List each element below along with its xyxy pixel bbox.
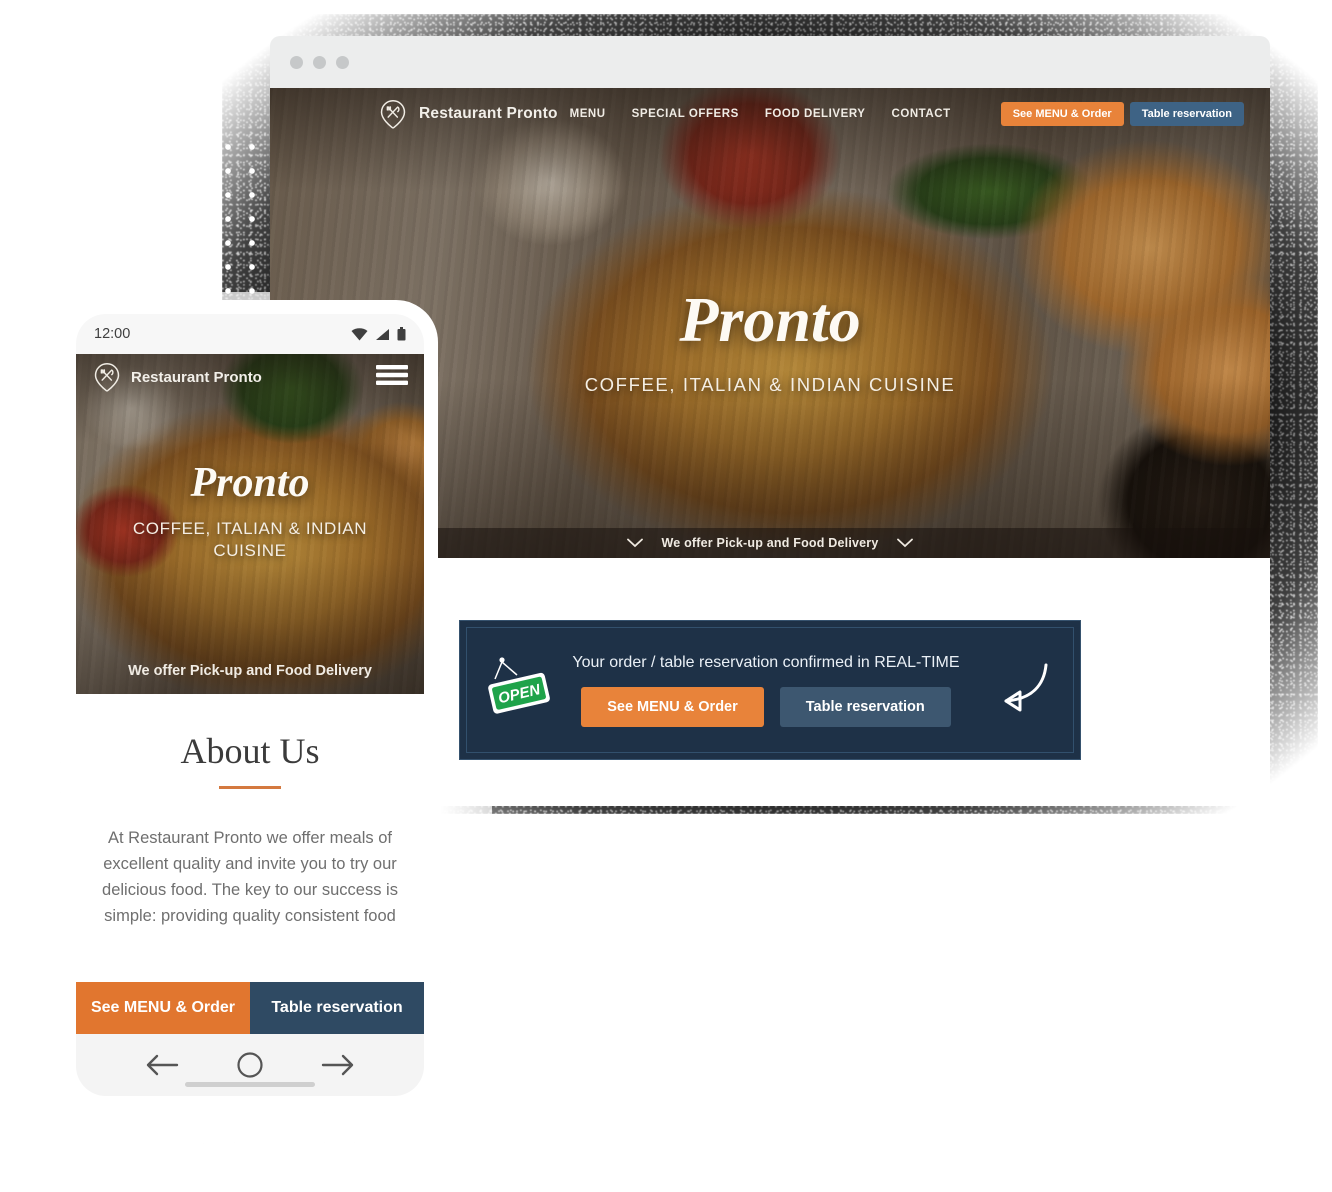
phone-hero-title: Pronto xyxy=(190,460,310,506)
phone-about-body: At Restaurant Pronto we offer meals of e… xyxy=(102,829,398,926)
phone-brand-name: Restaurant Pronto xyxy=(131,368,262,386)
arrow-left-icon[interactable] xyxy=(145,1052,179,1078)
phone-strip-text: We offer Pick-up and Food Delivery xyxy=(128,663,372,679)
nav-item-food-delivery[interactable]: FOOD DELIVERY xyxy=(765,108,866,120)
phone-sticky-cta: See MENU & Order Table reservation xyxy=(76,982,424,1034)
open-sign-icon: OPEN xyxy=(488,656,550,714)
status-time: 12:00 xyxy=(94,326,131,342)
cta-inner: OPEN Your order / table reservation conf… xyxy=(466,627,1074,753)
phone-delivery-strip: We offer Pick-up and Food Delivery xyxy=(76,662,424,680)
phone-header: Restaurant Pronto xyxy=(76,354,424,400)
fork-knife-circle-icon xyxy=(94,363,120,392)
signal-icon xyxy=(376,328,389,340)
nav-item-contact[interactable]: CONTACT xyxy=(891,108,950,120)
phone-order-button[interactable]: See MENU & Order xyxy=(76,982,250,1034)
cta-button-group: See MENU & Order Table reservation xyxy=(557,686,975,727)
cta-reserve-button[interactable]: Table reservation xyxy=(779,686,951,727)
arrow-right-icon[interactable] xyxy=(321,1052,355,1078)
open-sign-block: OPEN xyxy=(487,651,553,730)
phone-navigation-bar xyxy=(76,1034,424,1096)
status-icons xyxy=(351,327,406,341)
brand-block[interactable]: Restaurant Pronto xyxy=(378,99,558,129)
nav-item-special-offers[interactable]: SPECIAL OFFERS xyxy=(632,108,739,120)
phone-hero-text: Pronto COFFEE, ITALIAN & INDIAN CUISINE xyxy=(76,462,424,563)
phone-about-title: About Us xyxy=(180,731,320,771)
phone-status-bar: 12:00 xyxy=(76,314,424,354)
main-nav: MENU SPECIAL OFFERS FOOD DELIVERY CONTAC… xyxy=(570,102,1244,126)
window-minimize-dot-icon[interactable] xyxy=(313,55,326,69)
site-header: Restaurant Pronto MENU SPECIAL OFFERS FO… xyxy=(270,88,1270,140)
composition-canvas: Restaurant Pronto MENU SPECIAL OFFERS FO… xyxy=(0,0,1332,1192)
cta-order-button[interactable]: See MENU & Order xyxy=(581,686,764,727)
phone-screen: 12:00 Restaurant Pronto Pronto COFFEE, I… xyxy=(76,314,424,1096)
cta-arrow-block xyxy=(979,659,1053,721)
header-cta-group: See MENU & Order Table reservation xyxy=(1000,102,1244,126)
fork-knife-circle-icon xyxy=(380,100,406,129)
window-maximize-dot-icon[interactable] xyxy=(336,55,349,69)
hamburger-menu-icon[interactable] xyxy=(376,363,408,392)
chevron-down-icon xyxy=(896,538,913,548)
cta-banner: OPEN Your order / table reservation conf… xyxy=(459,620,1081,760)
browser-title-bar xyxy=(270,36,1270,88)
wifi-icon xyxy=(351,327,368,340)
battery-icon xyxy=(397,327,406,341)
chevron-down-icon xyxy=(627,538,644,548)
brand-name: Restaurant Pronto xyxy=(419,105,558,122)
header-order-button[interactable]: See MENU & Order xyxy=(1000,102,1124,126)
curved-arrow-left-icon xyxy=(1004,663,1048,712)
circle-home-icon[interactable] xyxy=(236,1051,264,1079)
hero-strip-text: We offer Pick-up and Food Delivery xyxy=(661,536,879,550)
phone-hero-subtitle: COFFEE, ITALIAN & INDIAN CUISINE xyxy=(132,519,368,561)
header-reserve-button[interactable]: Table reservation xyxy=(1129,102,1244,126)
cta-content: Your order / table reservation confirmed… xyxy=(553,654,979,727)
phone-hero: Restaurant Pronto Pronto COFFEE, ITALIAN… xyxy=(76,354,424,694)
phone-mockup: 12:00 Restaurant Pronto Pronto COFFEE, I… xyxy=(62,300,438,1110)
phone-about-divider xyxy=(219,786,281,789)
phone-brand-block[interactable]: Restaurant Pronto xyxy=(92,362,262,392)
nav-item-menu[interactable]: MENU xyxy=(570,108,606,120)
phone-about-section: About Us At Restaurant Pronto we offer m… xyxy=(76,694,424,929)
window-close-dot-icon[interactable] xyxy=(290,55,303,69)
cta-headline: Your order / table reservation confirmed… xyxy=(572,653,960,671)
gesture-handle-icon[interactable] xyxy=(185,1082,315,1087)
phone-reserve-button[interactable]: Table reservation xyxy=(250,982,424,1034)
